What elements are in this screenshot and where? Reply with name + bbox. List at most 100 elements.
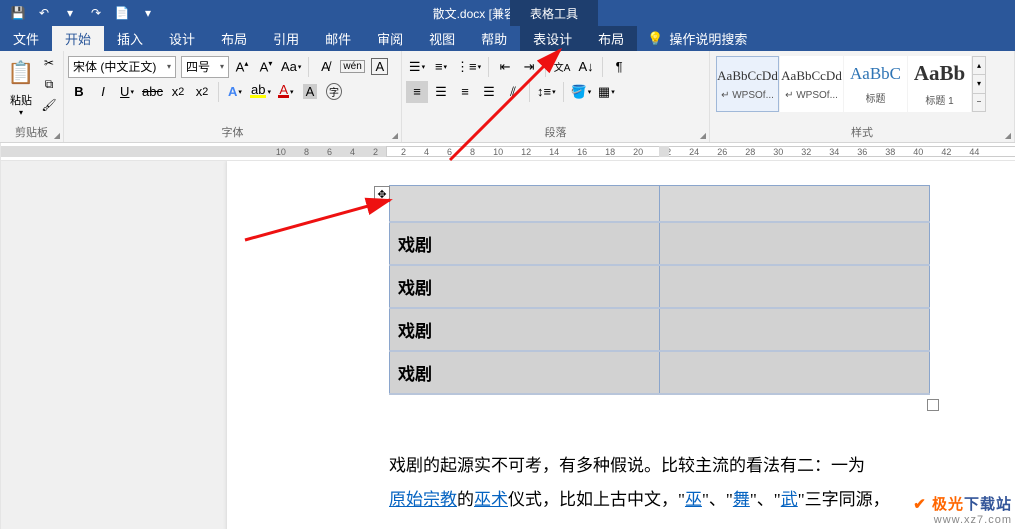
quick-access-toolbar: 💾 ↶ ▾ ↷ 📄 ▾: [0, 2, 160, 24]
copy-button[interactable]: ⧉: [39, 75, 59, 93]
style-wpsof1[interactable]: AaBbCcDd ↵ WPSOf...: [716, 56, 779, 112]
text-effects-button[interactable]: A▾: [224, 81, 246, 103]
align-right-button[interactable]: ≡: [454, 81, 476, 103]
style-title[interactable]: AaBbC 标题: [844, 56, 907, 112]
table-cell[interactable]: 戏剧: [390, 222, 660, 265]
enclose-char-button[interactable]: 字: [323, 81, 345, 103]
bullets-button[interactable]: ☰▾: [406, 56, 428, 78]
qat-customize[interactable]: ▾: [136, 2, 160, 24]
change-case-button[interactable]: Aa▾: [279, 56, 303, 78]
tab-review[interactable]: 审阅: [364, 26, 416, 51]
dialog-launcher-icon[interactable]: ◢: [700, 131, 706, 140]
link-witchcraft[interactable]: 巫术: [474, 490, 508, 509]
clear-format-button[interactable]: A̸: [314, 56, 336, 78]
superscript-button[interactable]: x2: [191, 81, 213, 103]
save-button[interactable]: 💾: [6, 2, 30, 24]
underline-button[interactable]: U▾: [116, 81, 138, 103]
decrease-indent-button[interactable]: ⇤: [494, 56, 516, 78]
paste-button[interactable]: 📋 粘贴 ▾: [3, 54, 39, 124]
tab-design[interactable]: 设计: [156, 26, 208, 51]
dialog-launcher-icon[interactable]: ◢: [54, 131, 60, 140]
clipboard-label: 剪贴板◢: [0, 124, 63, 142]
gallery-scroll[interactable]: ▴▾⎯: [972, 56, 986, 112]
tell-me-label: 操作说明搜索: [669, 29, 747, 48]
table-cell[interactable]: [660, 351, 930, 394]
italic-button[interactable]: I: [92, 81, 114, 103]
ribbon: 📋 粘贴 ▾ ✂ ⧉ 🖌 剪贴板◢ 宋体 (中文正文)▾ 四号▾ A▴ A▾ A…: [0, 51, 1015, 143]
justify-button[interactable]: ☰: [478, 81, 500, 103]
dialog-launcher-icon[interactable]: ◢: [392, 131, 398, 140]
numbering-button[interactable]: ≡▾: [430, 56, 452, 78]
distributed-button[interactable]: ⫽: [502, 81, 524, 103]
table-cell[interactable]: [660, 222, 930, 265]
char-border-button[interactable]: A: [369, 56, 391, 78]
table-cell[interactable]: 戏剧: [390, 308, 660, 351]
table-resize-handle[interactable]: [927, 399, 939, 411]
tab-home[interactable]: 开始: [52, 26, 104, 51]
strike-button[interactable]: abc: [140, 81, 165, 103]
new-doc-button[interactable]: 📄: [110, 2, 134, 24]
phonetic-guide-button[interactable]: wén: [338, 56, 366, 78]
horizontal-ruler[interactable]: 108642 246810121416182022242628303234363…: [1, 143, 1015, 161]
show-marks-button[interactable]: ¶: [608, 56, 630, 78]
tab-table-layout[interactable]: 布局: [585, 26, 637, 51]
tab-insert[interactable]: 插入: [104, 26, 156, 51]
font-size-combo[interactable]: 四号▾: [181, 56, 229, 78]
table-cell[interactable]: [660, 308, 930, 351]
styles-label: 样式◢: [710, 124, 1014, 142]
char-shading-button[interactable]: A: [299, 81, 321, 103]
tab-file[interactable]: 文件: [0, 26, 52, 51]
font-color-button[interactable]: A▾: [275, 81, 297, 103]
group-paragraph: ☰▾ ≡▾ ⋮≡▾ ⇤ ⇥ 文A A↓ ¶ ≡ ☰ ≡ ☰ ⫽ ↕≡▾: [402, 51, 710, 142]
table-cell[interactable]: [660, 186, 930, 222]
align-left-button[interactable]: ≡: [406, 81, 428, 103]
table-cell[interactable]: 戏剧: [390, 265, 660, 308]
ribbon-tabs: 文件 开始 插入 设计 布局 引用 邮件 审阅 视图 帮助 表设计 布局 💡 操…: [0, 26, 1015, 51]
text-direction-button[interactable]: 文A: [551, 56, 573, 78]
align-center-button[interactable]: ☰: [430, 81, 452, 103]
multilevel-button[interactable]: ⋮≡▾: [454, 56, 483, 78]
table-cell[interactable]: [660, 265, 930, 308]
borders-button[interactable]: ▦▾: [595, 81, 617, 103]
tab-table-design[interactable]: 表设计: [520, 26, 585, 51]
document-table[interactable]: 戏剧 戏剧 戏剧 戏剧: [389, 185, 930, 395]
qat-dd1[interactable]: ▾: [58, 2, 82, 24]
document-canvas[interactable]: ✥ 戏剧 戏剧 戏剧 戏剧 戏剧的起源实不可考，有多种假说。比较主流的看法有二：…: [1, 161, 1015, 529]
tab-help[interactable]: 帮助: [468, 26, 520, 51]
eraser-icon: A̸: [321, 59, 330, 74]
title-bar: 💾 ↶ ▾ ↷ 📄 ▾ 散文.docx [兼容模式] - Word 表格工具: [0, 0, 1015, 26]
link-dance[interactable]: 舞: [733, 490, 750, 509]
style-heading1[interactable]: AaBb 标题 1: [908, 56, 971, 112]
shrink-font-button[interactable]: A▾: [255, 56, 277, 78]
grow-font-button[interactable]: A▴: [231, 56, 253, 78]
bold-button[interactable]: B: [68, 81, 90, 103]
tab-view[interactable]: 视图: [416, 26, 468, 51]
tab-layout[interactable]: 布局: [208, 26, 260, 51]
link-wu[interactable]: 巫: [685, 490, 702, 509]
line-spacing-button[interactable]: ↕≡▾: [535, 81, 558, 103]
cut-button[interactable]: ✂: [39, 54, 59, 72]
redo-button[interactable]: ↷: [84, 2, 108, 24]
dialog-launcher-icon[interactable]: ◢: [1005, 131, 1011, 140]
tab-mailings[interactable]: 邮件: [312, 26, 364, 51]
table-cell[interactable]: [390, 186, 660, 222]
table-cell[interactable]: 戏剧: [390, 351, 660, 394]
format-painter-button[interactable]: 🖌: [39, 96, 59, 114]
contextual-tab-title: 表格工具: [510, 0, 598, 26]
style-wpsof2[interactable]: AaBbCcDd ↵ WPSOf...: [780, 56, 843, 112]
link-religion[interactable]: 原始宗教: [389, 490, 457, 509]
table-move-handle[interactable]: ✥: [374, 186, 390, 202]
tab-references[interactable]: 引用: [260, 26, 312, 51]
font-label: 字体◢: [64, 124, 401, 142]
font-name-combo[interactable]: 宋体 (中文正文)▾: [68, 56, 176, 78]
undo-button[interactable]: ↶: [32, 2, 56, 24]
increase-indent-button[interactable]: ⇥: [518, 56, 540, 78]
sort-button[interactable]: A↓: [575, 56, 597, 78]
subscript-button[interactable]: x2: [167, 81, 189, 103]
scissors-icon: ✂: [44, 56, 54, 70]
highlight-button[interactable]: ab▾: [248, 81, 273, 103]
shading-button[interactable]: 🪣▾: [569, 81, 594, 103]
link-wu2[interactable]: 武: [781, 490, 798, 509]
table-row: 戏剧: [390, 265, 930, 308]
tell-me-search[interactable]: 💡 操作说明搜索: [637, 26, 747, 51]
